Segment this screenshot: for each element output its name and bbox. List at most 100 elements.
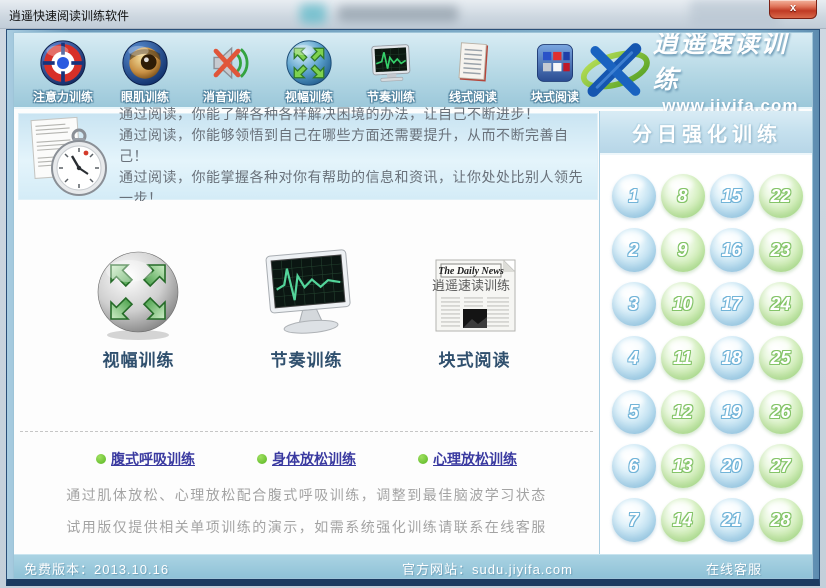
day-ball[interactable]: 11	[661, 336, 705, 380]
brand-logo[interactable]: 逍遥速读训练 www.jiyifa.com	[578, 36, 808, 104]
day-ball[interactable]: 23	[759, 228, 803, 272]
main-area: 视幅训练	[14, 201, 599, 554]
blocks-icon	[531, 39, 579, 87]
app-window: 逍遥快速阅读训练软件 x	[0, 0, 826, 588]
toolbar-item-label: 块式阅读	[531, 88, 579, 105]
eye-icon	[121, 39, 169, 87]
green-dot-icon	[418, 454, 428, 464]
relax-link-label: 心理放松训练	[433, 449, 517, 469]
day-ball[interactable]: 1	[612, 174, 656, 218]
day-ball[interactable]: 10	[661, 282, 705, 326]
toolbar-item-attention[interactable]: 注意力训练	[22, 39, 104, 105]
close-button[interactable]: x	[769, 0, 817, 19]
day-ball[interactable]: 9	[661, 228, 705, 272]
day-ball[interactable]: 19	[710, 390, 754, 434]
version-label: 免费版本：2013.10.16	[24, 559, 169, 578]
feature-label: 视幅训练	[103, 346, 175, 371]
feature-row: 视幅训练	[14, 247, 599, 371]
online-support-button[interactable]: 在线客服	[702, 559, 766, 578]
mute-icon	[203, 39, 251, 87]
relax-link[interactable]: 心理放松训练	[418, 449, 517, 469]
title-bar[interactable]: 逍遥快速阅读训练软件 x	[0, 0, 826, 29]
newspaper-masthead: The Daily News	[438, 266, 504, 277]
brand-title: 逍遥速读训练	[653, 32, 808, 96]
intro-line: 通过阅读，你能够领悟到自己在哪些方面还需要提升，从而不断完善自己！	[119, 125, 597, 167]
dashed-divider	[20, 431, 593, 432]
day-ball[interactable]: 6	[612, 444, 656, 488]
rhythm-monitor-icon	[251, 247, 363, 342]
toolbar-item-eye-muscle[interactable]: 眼肌训练	[104, 39, 186, 105]
rhythm-icon	[367, 39, 415, 87]
day-ball[interactable]: 20	[710, 444, 754, 488]
day-ball[interactable]: 24	[759, 282, 803, 326]
brand-x-icon	[578, 40, 653, 100]
note-line: 通过肌体放松、心理放松配合腹式呼吸训练，调整到最佳脑波学习状态	[14, 479, 599, 511]
day-ball[interactable]: 21	[710, 498, 754, 542]
green-dot-icon	[96, 454, 106, 464]
day-ball[interactable]: 16	[710, 228, 754, 272]
relax-link[interactable]: 腹式呼吸训练	[96, 449, 195, 469]
target-icon	[39, 39, 87, 87]
background-blur-shape	[300, 4, 326, 24]
intro-banner: 通过阅读，你能了解各种各样解决困境的办法，让自己不断进步！ 通过阅读，你能够领悟…	[18, 113, 598, 200]
toolbar-item-label: 线式阅读	[449, 88, 497, 105]
notes-block: 通过肌体放松、心理放松配合腹式呼吸训练，调整到最佳脑波学习状态 试用版仅提供相关…	[14, 479, 599, 543]
day-ball[interactable]: 25	[759, 336, 803, 380]
day-ball[interactable]: 17	[710, 282, 754, 326]
note-line: 试用版仅提供相关单项训练的演示，如需系统强化训练请联系在线客服	[14, 511, 599, 543]
relax-link[interactable]: 身体放松训练	[257, 449, 356, 469]
day-ball[interactable]: 26	[759, 390, 803, 434]
toolbar-item-line-reading[interactable]: 线式阅读	[432, 39, 514, 105]
toolbar-item-vision-span[interactable]: 视幅训练	[268, 39, 350, 105]
app-content: 注意力训练	[13, 32, 813, 579]
day-ball[interactable]: 18	[710, 336, 754, 380]
toolbar-item-label: 视幅训练	[285, 88, 333, 105]
relax-link-label: 腹式呼吸训练	[111, 449, 195, 469]
feature-label: 块式阅读	[439, 346, 511, 371]
feature-rhythm[interactable]: 节奏训练	[252, 247, 362, 371]
feature-vision-span[interactable]: 视幅训练	[84, 247, 194, 371]
feature-block-reading[interactable]: The Daily News 逍遥速读训练 块式阅读	[420, 247, 530, 371]
daily-panel-title: 分日强化训练	[632, 118, 782, 147]
toolbar-item-label: 注意力训练	[33, 88, 93, 105]
background-blur-shape	[690, 0, 780, 29]
day-ball[interactable]: 27	[759, 444, 803, 488]
day-ball[interactable]: 2	[612, 228, 656, 272]
expand-icon	[285, 39, 333, 87]
toolbar-item-mute[interactable]: 消音训练	[186, 39, 268, 105]
toolbar-item-rhythm[interactable]: 节奏训练	[350, 39, 432, 105]
relax-link-label: 身体放松训练	[272, 449, 356, 469]
newspaper-icon: The Daily News 逍遥速读训练	[425, 247, 525, 342]
day-ball[interactable]: 28	[759, 498, 803, 542]
stopwatch-document-icon	[27, 116, 113, 198]
day-ball[interactable]: 8	[661, 174, 705, 218]
feature-label: 节奏训练	[271, 346, 343, 371]
day-ball[interactable]: 13	[661, 444, 705, 488]
daily-training-panel: 分日强化训练 181522291623310172441118255121926…	[599, 111, 813, 554]
day-ball[interactable]: 4	[612, 336, 656, 380]
day-ball[interactable]: 12	[661, 390, 705, 434]
newspaper-subtitle: 逍遥速读训练	[431, 278, 509, 293]
toolbar-item-label: 眼肌训练	[121, 88, 169, 105]
daily-panel-header: 分日强化训练	[600, 111, 813, 155]
main-toolbar: 注意力训练	[14, 33, 812, 109]
day-ball[interactable]: 15	[710, 174, 754, 218]
background-blur-shape	[338, 6, 458, 22]
day-ball[interactable]: 5	[612, 390, 656, 434]
relax-links: 腹式呼吸训练 身体放松训练 心理放松训练	[14, 449, 599, 469]
app-frame: 注意力训练	[6, 29, 820, 586]
day-ball[interactable]: 14	[661, 498, 705, 542]
day-ball[interactable]: 7	[612, 498, 656, 542]
toolbar-item-label: 节奏训练	[367, 88, 415, 105]
website-label: 官方网站：sudu.jiyifa.com	[402, 559, 573, 578]
status-bar: 免费版本：2013.10.16 官方网站：sudu.jiyifa.com 在线客…	[14, 554, 812, 578]
window-title: 逍遥快速阅读训练软件	[9, 7, 129, 24]
day-ball[interactable]: 22	[759, 174, 803, 218]
green-dot-icon	[257, 454, 267, 464]
expand-sphere-icon	[91, 247, 186, 342]
toolbar-item-label: 消音训练	[203, 88, 251, 105]
day-ball[interactable]: 3	[612, 282, 656, 326]
daily-grid: 1815222916233101724411182551219266132027…	[600, 169, 813, 547]
intro-line: 通过阅读，你能了解各种各样解决困境的办法，让自己不断进步！	[119, 104, 597, 125]
notepad-icon	[449, 39, 497, 87]
